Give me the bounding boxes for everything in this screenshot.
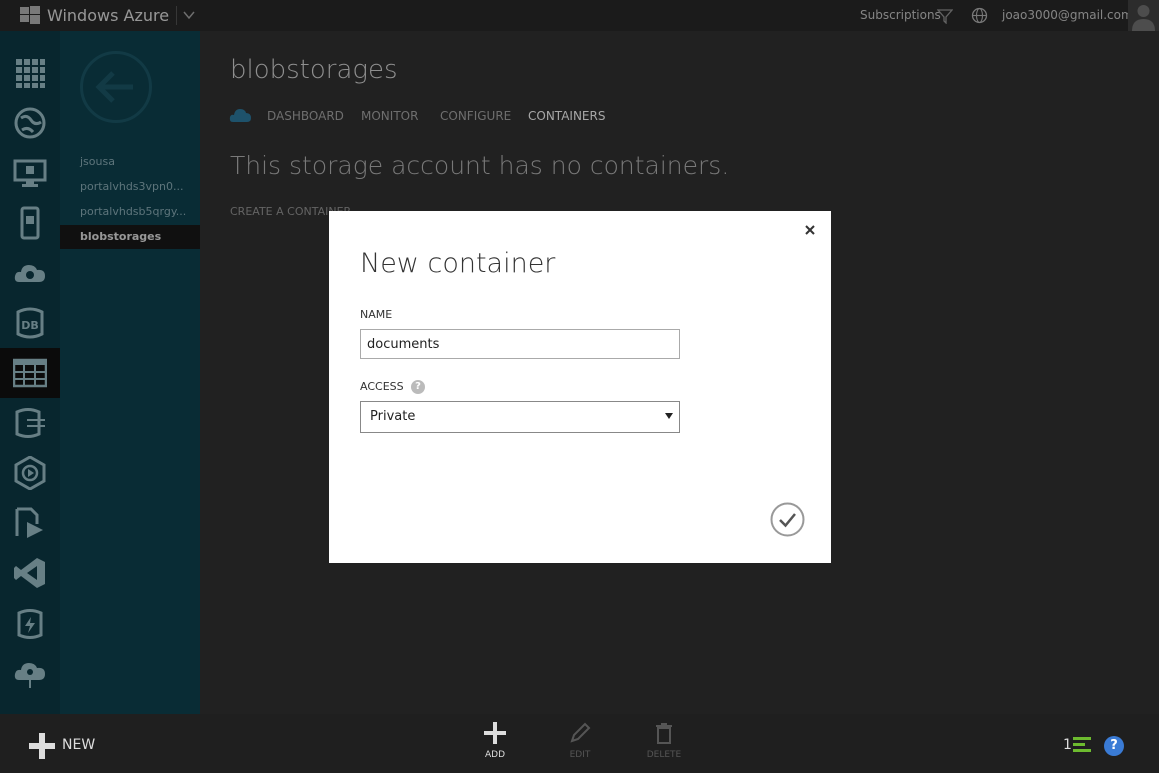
access-select[interactable]: Private [360,401,680,433]
new-container-dialog: New container NAME ACCESS ? Private [329,211,831,563]
activity-list-icon[interactable] [1071,736,1091,754]
pencil-icon [570,722,591,743]
help-icon[interactable]: ? [411,380,425,394]
delete-label: DELETE [646,750,682,760]
access-label: ACCESS [360,380,404,393]
confirm-check-button[interactable] [770,502,805,537]
plus-icon[interactable] [29,733,55,759]
edit-label: EDIT [569,750,591,760]
dropdown-arrow-icon [665,413,673,419]
dialog-title: New container [360,248,556,279]
edit-button[interactable]: EDIT [555,722,605,760]
new-button[interactable]: NEW [62,737,95,753]
plus-icon [484,722,506,744]
command-bar: NEW ADD EDIT DELETE 1 ? [0,714,1159,773]
access-select-value: Private [370,409,416,424]
help-button[interactable]: ? [1104,736,1124,756]
close-icon[interactable] [803,223,817,237]
add-label: ADD [484,750,506,760]
trash-icon [656,723,672,744]
name-label: NAME [360,308,393,321]
container-name-input[interactable] [360,329,680,359]
add-button[interactable]: ADD [470,722,520,760]
delete-button[interactable]: DELETE [639,722,689,760]
